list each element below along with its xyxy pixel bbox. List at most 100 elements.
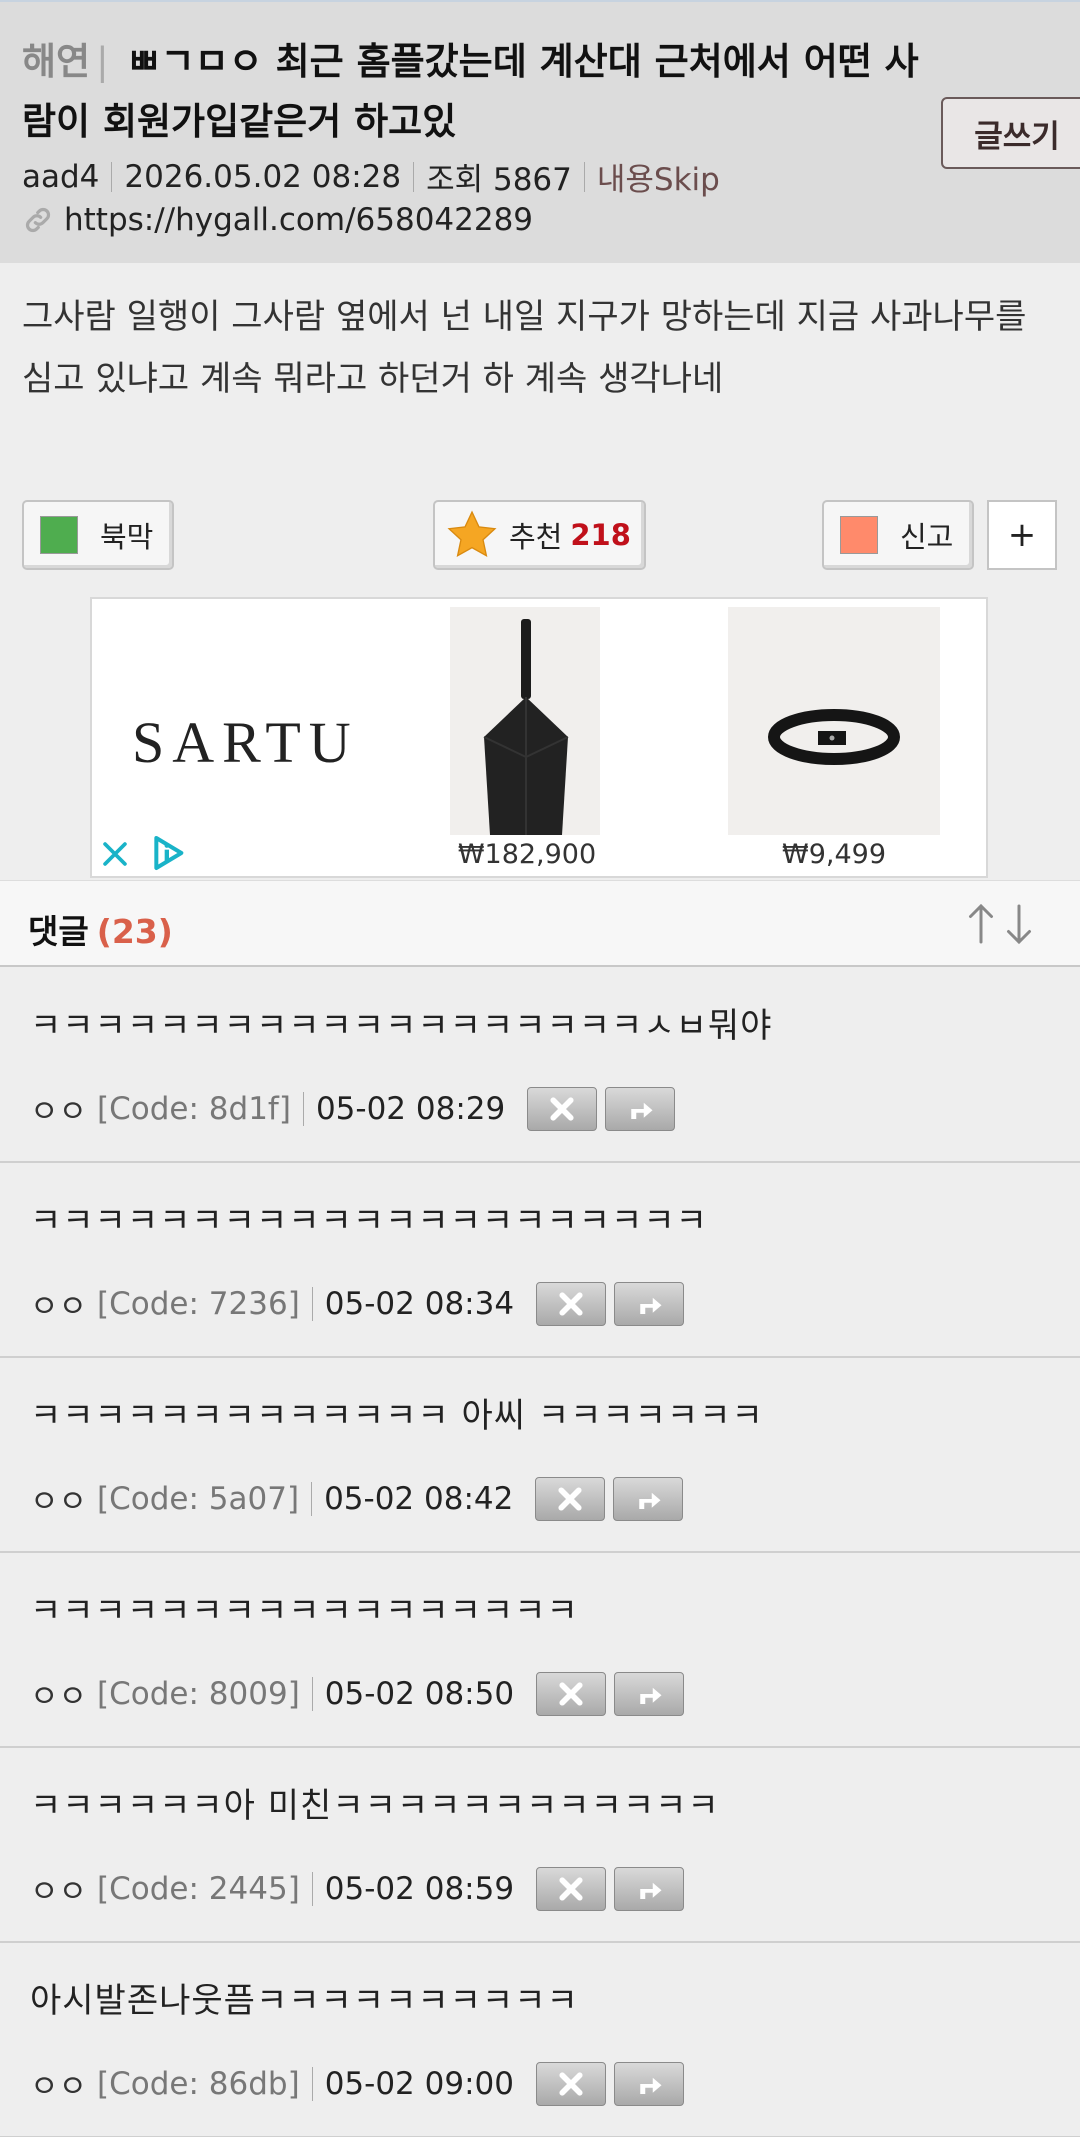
close-icon [550, 1096, 574, 1121]
comment-item: ㅋㅋㅋㅋㅋㅋㅋㅋㅋㅋㅋㅋㅋㅋㅋㅋㅋ ㅇㅇ [Code: 8009] 05-02 … [0, 1553, 1080, 1748]
meta-divider [311, 1286, 313, 1321]
comment-time: 05-02 08:42 [324, 1480, 514, 1517]
comment-text: ㅋㅋㅋㅋㅋㅋㅋㅋㅋㅋㅋㅋㅋㅋㅋㅋㅋ [30, 1591, 579, 1631]
comment-meta: ㅇㅇ [Code: 2445] 05-02 08:59 [30, 1866, 692, 1911]
delete-comment-button[interactable] [536, 1671, 607, 1716]
scroll-down-icon[interactable] [1004, 901, 1034, 947]
ad-close-icon[interactable] [98, 837, 132, 871]
recommend-count: 218 [570, 518, 631, 552]
post-title-block: 해연 | ㅃㄱㅁㅇ 최근 홈플갔는데 계산대 근처에서 어떤 사람이 회원가입같은거… [22, 32, 922, 152]
post-header: 해연 | ㅃㄱㅁㅇ 최근 홈플갔는데 계산대 근처에서 어떤 사람이 회원가입같은거… [0, 0, 1080, 263]
link-icon [25, 207, 51, 233]
belt-icon [768, 709, 900, 765]
comment-item: ㅋㅋㅋㅋㅋㅋㅋㅋㅋㅋㅋㅋㅋㅋㅋㅋㅋㅋㅋㅅㅂ뭐야 ㅇㅇ [Code: 8d1f] … [0, 968, 1080, 1163]
report-button[interactable]: 신고 [822, 500, 974, 570]
comments-label: 댓글 [28, 912, 89, 951]
post-title: ㅃㄱㅁㅇ 최근 홈플갔는데 계산대 근처에서 어떤 사람이 회원가입같은거 하고… [22, 40, 919, 143]
post-content: 그사람 일행이 그사람 옆에서 넌 내일 지구가 망하는데 지금 사과나무를 심… [22, 297, 1027, 399]
ad-product-belt-image[interactable] [728, 607, 940, 835]
delete-comment-button[interactable] [536, 1866, 607, 1911]
comment-time: 05-02 08:59 [324, 1870, 515, 1907]
comment-nickname: ㅇㅇ [30, 1679, 88, 1715]
meta-divider [311, 1481, 313, 1516]
reply-arrow-icon [639, 1492, 661, 1509]
close-icon [559, 1291, 583, 1316]
delete-comment-button[interactable] [527, 1086, 598, 1131]
reply-arrow-icon [631, 1102, 653, 1119]
comment-nickname: ㅇㅇ [30, 1289, 88, 1325]
view-count: 조회 5867 [426, 162, 572, 198]
skip-content-link[interactable]: 내용Skip [597, 154, 720, 199]
reply-arrow-icon [640, 1882, 662, 1899]
reply-comment-button[interactable] [614, 1281, 685, 1326]
report-label: 신고 [900, 520, 954, 554]
close-icon [559, 2071, 583, 2096]
comment-nickname: ㅇㅇ [30, 1094, 88, 1130]
reply-arrow-icon [640, 1297, 662, 1314]
reply-comment-button[interactable] [605, 1086, 676, 1131]
comment-code: [Code: 8009] [97, 1675, 300, 1712]
comment-code: [Code: 2445] [97, 1870, 300, 1907]
advertisement[interactable]: SARTU ₩182,900 ₩9,499 [90, 597, 988, 878]
comment-code: [Code: 8d1f] [97, 1090, 291, 1127]
comment-meta: ㅇㅇ [Code: 5a07] 05-02 08:42 [30, 1476, 691, 1521]
bag-icon [483, 619, 569, 835]
reply-comment-button[interactable] [614, 1866, 685, 1911]
reply-arrow-icon [640, 2077, 662, 2094]
comment-code: [Code: 5a07] [97, 1480, 300, 1517]
comment-text: ㅋㅋㅋㅋㅋㅋㅋㅋㅋㅋㅋㅋㅋㅋㅋㅋㅋㅋㅋㅅㅂ뭐야 [30, 1006, 773, 1046]
scroll-up-icon[interactable] [966, 901, 996, 947]
ad-brand-logo[interactable]: SARTU [132, 709, 359, 776]
comment-code: [Code: 7236] [97, 1285, 300, 1322]
author-name[interactable]: aad4 [22, 159, 99, 195]
comment-text: ㅋㅋㅋㅋㅋㅋ아 미친ㅋㅋㅋㅋㅋㅋㅋㅋㅋㅋㅋㅋ [30, 1786, 720, 1826]
post-datetime: 2026.05.02 08:28 [124, 158, 402, 195]
comment-item: ㅋㅋㅋㅋㅋㅋ아 미친ㅋㅋㅋㅋㅋㅋㅋㅋㅋㅋㅋㅋ ㅇㅇ [Code: 2445] 0… [0, 1748, 1080, 1943]
comment-meta: ㅇㅇ [Code: 7236] 05-02 08:34 [30, 1281, 692, 1326]
bookmark-button[interactable]: 북막 [22, 500, 174, 570]
ad-product-bag-image[interactable] [450, 607, 600, 835]
comment-count: (23) [96, 912, 173, 951]
meta-divider [413, 161, 415, 192]
report-icon [840, 516, 878, 554]
meta-divider [311, 2066, 313, 2101]
comment-time: 05-02 09:00 [324, 2065, 514, 2102]
comments-header: 댓글 (23) [0, 880, 1080, 967]
comment-item: ㅋㅋㅋㅋㅋㅋㅋㅋㅋㅋㅋㅋㅋ 아씨 ㅋㅋㅋㅋㅋㅋㅋ ㅇㅇ [Code: 5a07]… [0, 1358, 1080, 1553]
ad-price-2: ₩9,499 [782, 839, 886, 870]
comment-meta: ㅇㅇ [Code: 8009] 05-02 08:50 [30, 1671, 692, 1716]
comment-nickname: ㅇㅇ [30, 2069, 88, 2105]
meta-divider [311, 1871, 313, 1906]
reply-comment-button[interactable] [614, 1671, 685, 1716]
write-button[interactable]: 글쓰기 [941, 97, 1080, 169]
meta-divider [302, 1091, 304, 1126]
meta-divider [583, 161, 585, 192]
comment-text: 아시발존나웃픔ㅋㅋㅋㅋㅋㅋㅋㅋㅋㅋ [30, 1981, 579, 2021]
reply-comment-button[interactable] [613, 2061, 684, 2106]
board-category[interactable]: 해연 [22, 40, 90, 83]
delete-comment-button[interactable] [535, 2061, 606, 2106]
close-icon [559, 1876, 583, 1901]
post-url[interactable]: https://hygall.com/658042289 [64, 202, 533, 238]
recommend-button[interactable]: 추천 218 [433, 500, 646, 570]
comment-meta: ㅇㅇ [Code: 8d1f] 05-02 08:29 [30, 1086, 683, 1131]
comment-code: [Code: 86db] [97, 2065, 300, 2102]
bookmark-label: 북막 [100, 520, 154, 554]
post-url-row[interactable]: https://hygall.com/658042289 [22, 202, 533, 238]
reply-comment-button[interactable] [613, 1476, 684, 1521]
meta-divider [311, 1676, 313, 1711]
close-icon [559, 1681, 583, 1706]
recommend-label: 추천 [509, 520, 563, 554]
delete-comment-button[interactable] [536, 1281, 607, 1326]
comment-item: ㅋㅋㅋㅋㅋㅋㅋㅋㅋㅋㅋㅋㅋㅋㅋㅋㅋㅋㅋㅋㅋ ㅇㅇ [Code: 7236] 05… [0, 1163, 1080, 1358]
comment-time: 05-02 08:34 [324, 1285, 515, 1322]
title-separator: | [96, 40, 109, 83]
comment-meta: ㅇㅇ [Code: 86db] 05-02 09:00 [30, 2061, 692, 2106]
ad-choices-icon[interactable] [148, 833, 188, 873]
reply-arrow-icon [640, 1687, 662, 1704]
comment-time: 05-02 08:29 [315, 1090, 506, 1127]
post-meta: aad4 2026.05.02 08:28 조회 5867 내용Skip [22, 154, 720, 199]
delete-comment-button[interactable] [535, 1476, 606, 1521]
comment-text: ㅋㅋㅋㅋㅋㅋㅋㅋㅋㅋㅋㅋㅋ 아씨 ㅋㅋㅋㅋㅋㅋㅋ [30, 1396, 764, 1436]
more-button[interactable]: + [987, 500, 1057, 570]
